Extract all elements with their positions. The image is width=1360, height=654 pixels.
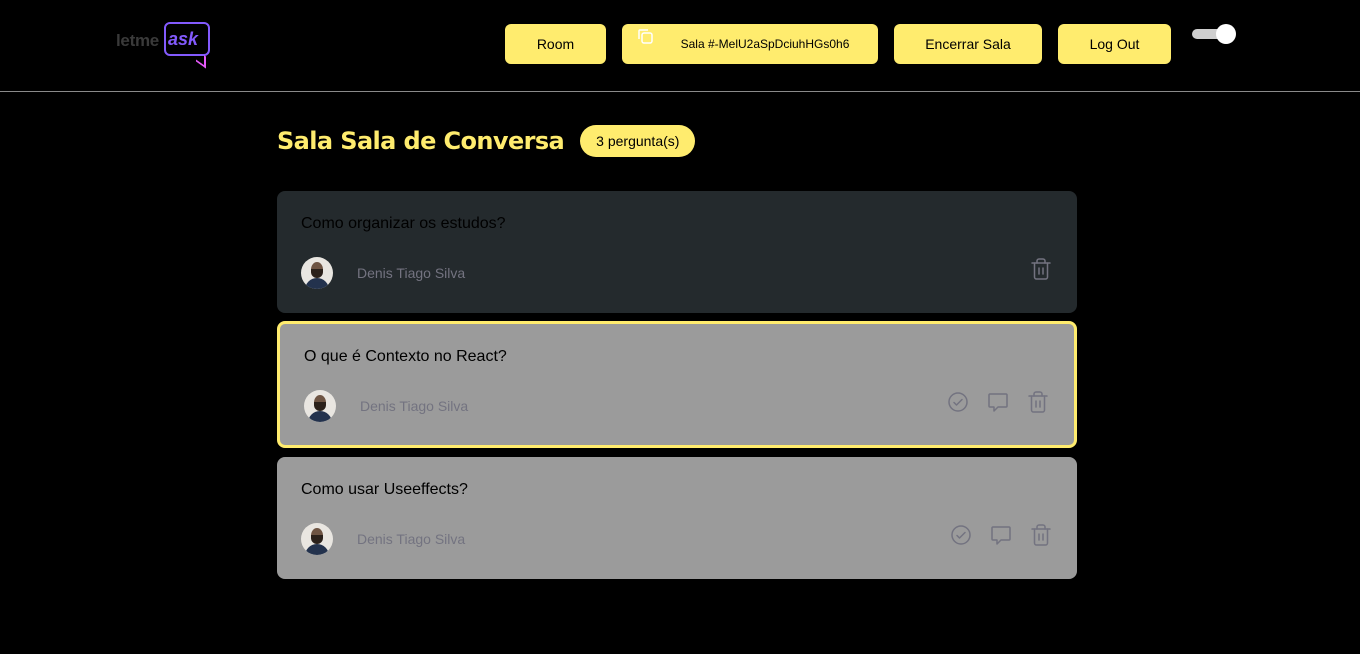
question-content: Como organizar os estudos?: [301, 215, 506, 232]
logout-button[interactable]: Log Out: [1058, 24, 1171, 64]
avatar: [304, 390, 336, 422]
avatar: [301, 257, 333, 289]
question-actions: [930, 390, 1050, 414]
letmeask-logo[interactable]: letme ask: [116, 20, 216, 69]
question-card: Como usar Useeffects? Denis Tiago Silva: [277, 457, 1077, 579]
avatar: [301, 523, 333, 555]
room-title-row: Sala Sala de Conversa 3 pergunta(s): [277, 125, 696, 157]
question-card-highlighted: O que é Contexto no React? Denis Tiago S…: [277, 321, 1077, 448]
author-name: Denis Tiago Silva: [357, 531, 466, 547]
toggle-knob: [1216, 24, 1236, 44]
question-author: Denis Tiago Silva: [301, 257, 465, 289]
copy-room-code-button[interactable]: Sala #-MelU2aSpDciuhHGs0h6: [622, 24, 878, 64]
question-actions: [933, 523, 1053, 547]
trash-icon[interactable]: [1029, 257, 1053, 281]
close-room-button[interactable]: Encerrar Sala: [894, 24, 1042, 64]
question-author: Denis Tiago Silva: [304, 390, 468, 422]
question-card: Como organizar os estudos? Denis Tiago S…: [277, 191, 1077, 313]
question-count-badge: 3 pergunta(s): [580, 125, 696, 157]
check-circle-icon[interactable]: [946, 390, 970, 414]
page-title: Sala Sala de Conversa: [277, 127, 565, 155]
logo-text-ask: ask: [168, 29, 199, 49]
answer-bubble-icon[interactable]: [989, 523, 1013, 547]
question-actions: [1013, 257, 1053, 281]
author-name: Denis Tiago Silva: [360, 398, 469, 414]
room-button[interactable]: Room: [505, 24, 606, 64]
theme-toggle[interactable]: [1192, 24, 1238, 44]
question-content: O que é Contexto no React?: [304, 348, 507, 365]
trash-icon[interactable]: [1026, 390, 1050, 414]
room-code-label: Sala #-MelU2aSpDciuhHGs0h6: [680, 37, 850, 51]
answer-bubble-icon[interactable]: [986, 390, 1010, 414]
trash-icon[interactable]: [1029, 523, 1053, 547]
question-content: Como usar Useeffects?: [301, 481, 468, 498]
question-author: Denis Tiago Silva: [301, 523, 465, 555]
author-name: Denis Tiago Silva: [357, 265, 466, 281]
app-header: letme ask Room Sala #-MelU2aSpDciuhHGs0h…: [0, 0, 1360, 92]
check-circle-icon[interactable]: [949, 523, 973, 547]
logo-text-letme: letme: [116, 31, 159, 50]
copy-icon: [636, 27, 656, 47]
